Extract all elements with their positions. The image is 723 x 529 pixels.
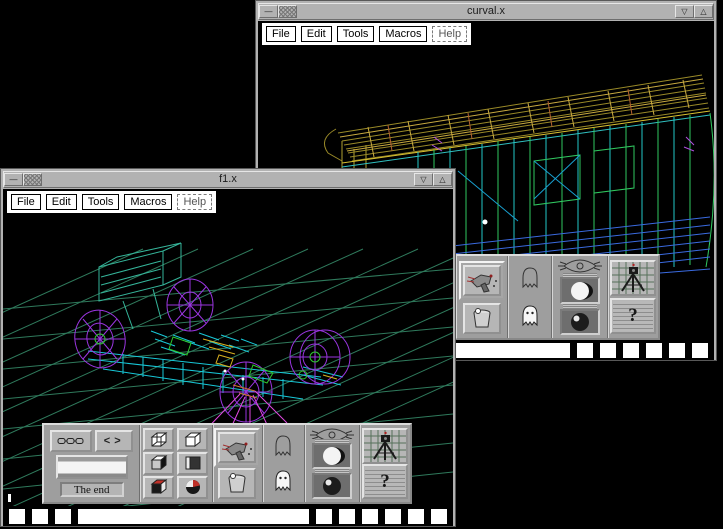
question-icon: ? bbox=[365, 467, 405, 497]
bucket-icon bbox=[225, 471, 249, 495]
palette-square[interactable] bbox=[623, 343, 639, 358]
viewport-f1[interactable]: File Edit Tools Macros Help bbox=[3, 189, 453, 506]
back-render-sphere-dark-button[interactable] bbox=[560, 309, 600, 335]
back-ghost-solid-icon[interactable] bbox=[520, 304, 540, 328]
palette-square[interactable] bbox=[600, 343, 616, 358]
red-rounded-cube-icon bbox=[183, 478, 203, 496]
menu-edit[interactable]: Edit bbox=[301, 26, 332, 42]
tool-panel-curval: ? bbox=[455, 254, 660, 340]
pattern-icon[interactable] bbox=[23, 173, 42, 186]
viewport-origin-mark bbox=[8, 494, 11, 502]
back-help-question-button[interactable]: ? bbox=[610, 298, 656, 334]
front-spray-tool-button[interactable] bbox=[214, 428, 260, 467]
menu-help[interactable]: Help bbox=[432, 26, 467, 42]
palette-track[interactable] bbox=[78, 509, 309, 524]
outline-cube-icon bbox=[183, 431, 203, 449]
menu-macros[interactable]: Macros bbox=[379, 26, 427, 42]
solid-panel-icon bbox=[183, 454, 203, 472]
the-end-label: The end bbox=[60, 482, 124, 497]
wireframe-cube-icon bbox=[149, 431, 169, 449]
palette-square[interactable] bbox=[408, 509, 424, 524]
prev-next-button[interactable]: < > bbox=[95, 430, 133, 452]
spray-button-face bbox=[463, 265, 501, 296]
palette-square[interactable] bbox=[577, 343, 593, 358]
front-bucket-tool-button[interactable] bbox=[218, 468, 256, 499]
menu-edit[interactable]: Edit bbox=[46, 194, 77, 210]
next-arrow-icon: > bbox=[114, 435, 124, 447]
palette-square[interactable] bbox=[669, 343, 685, 358]
menu-tools[interactable]: Tools bbox=[337, 26, 375, 42]
camera-tripod-icon bbox=[364, 430, 406, 462]
titlebar-f1[interactable]: — f1.x ▽ △ bbox=[3, 171, 453, 188]
palette-square[interactable] bbox=[385, 509, 401, 524]
camera-tripod-icon bbox=[612, 262, 654, 294]
palette-square[interactable] bbox=[362, 509, 378, 524]
menu-tools[interactable]: Tools bbox=[82, 194, 120, 210]
spray-button-face bbox=[218, 432, 256, 463]
iconify-icon[interactable]: ▽ bbox=[675, 5, 694, 18]
menu-file[interactable]: File bbox=[266, 26, 296, 42]
back-camera-tripod-button[interactable] bbox=[610, 260, 656, 296]
red-rounded-cube-button[interactable] bbox=[177, 476, 208, 499]
menu-file[interactable]: File bbox=[11, 194, 41, 210]
palette-square[interactable] bbox=[339, 509, 355, 524]
back-render-sphere-light-button[interactable] bbox=[560, 277, 600, 303]
front-ghost-outline-icon[interactable] bbox=[273, 434, 293, 458]
menubar-curval: File Edit Tools Macros Help bbox=[262, 23, 471, 45]
back-spray-tool-button[interactable] bbox=[459, 261, 505, 300]
window-menu-icon[interactable]: — bbox=[4, 173, 23, 186]
shaded-cube-button[interactable] bbox=[143, 452, 174, 475]
palette-square[interactable] bbox=[692, 343, 708, 358]
bucket-icon bbox=[470, 306, 494, 330]
shaded-cube-icon bbox=[149, 454, 169, 472]
render-sphere-dark-icon bbox=[565, 311, 595, 333]
solid-panel-button[interactable] bbox=[177, 452, 208, 475]
front-ghost-solid-icon[interactable] bbox=[273, 469, 293, 493]
iconify-icon[interactable]: ▽ bbox=[414, 173, 433, 186]
outline-cube-button[interactable] bbox=[177, 428, 208, 451]
desktop: { "screen": { "background": "#000000" },… bbox=[0, 0, 723, 529]
window-title: curval.x bbox=[259, 5, 713, 18]
palette-square[interactable] bbox=[431, 509, 447, 524]
window-menu-icon[interactable]: — bbox=[259, 5, 278, 18]
palette-square[interactable] bbox=[646, 343, 662, 358]
maximize-icon[interactable]: △ bbox=[433, 173, 452, 186]
menubar-f1: File Edit Tools Macros Help bbox=[7, 191, 216, 213]
render-sphere-dark-icon bbox=[317, 475, 347, 497]
spray-icon bbox=[465, 267, 499, 293]
red-cube-icon bbox=[149, 478, 169, 496]
titlebar-curval[interactable]: — curval.x ▽ △ bbox=[258, 3, 714, 20]
palette-bar-f1 bbox=[3, 506, 453, 526]
tool-panel-f1: < > The end bbox=[42, 423, 412, 504]
front-eye-icon[interactable] bbox=[309, 428, 355, 439]
chain-link-button[interactable] bbox=[50, 430, 92, 452]
front-camera-tripod-button[interactable] bbox=[362, 428, 408, 464]
question-icon: ? bbox=[613, 301, 653, 331]
back-eye-icon[interactable] bbox=[557, 259, 603, 273]
front-help-question-button[interactable]: ? bbox=[362, 464, 408, 499]
action-bar-button[interactable] bbox=[56, 455, 128, 479]
front-render-sphere-light-button[interactable] bbox=[312, 443, 352, 469]
back-ghost-outline-icon[interactable] bbox=[520, 266, 540, 290]
prev-arrow-icon: < bbox=[104, 435, 114, 447]
palette-square[interactable] bbox=[55, 509, 71, 524]
spray-icon bbox=[220, 435, 254, 461]
palette-square[interactable] bbox=[9, 509, 25, 524]
menu-help[interactable]: Help bbox=[177, 194, 212, 210]
back-bucket-tool-button[interactable] bbox=[463, 303, 501, 334]
palette-square[interactable] bbox=[316, 509, 332, 524]
window-title: f1.x bbox=[4, 173, 452, 186]
palette-square[interactable] bbox=[32, 509, 48, 524]
chain-link-icon bbox=[57, 436, 85, 446]
render-sphere-light-icon bbox=[565, 280, 595, 302]
menu-macros[interactable]: Macros bbox=[124, 194, 172, 210]
red-cube-button[interactable] bbox=[143, 476, 174, 499]
front-render-sphere-dark-button[interactable] bbox=[312, 473, 352, 499]
pattern-icon[interactable] bbox=[278, 5, 297, 18]
wireframe-cube-button[interactable] bbox=[143, 428, 174, 451]
render-sphere-light-icon bbox=[317, 445, 347, 467]
maximize-icon[interactable]: △ bbox=[694, 5, 713, 18]
window-f1[interactable]: — f1.x ▽ △ bbox=[0, 168, 456, 527]
